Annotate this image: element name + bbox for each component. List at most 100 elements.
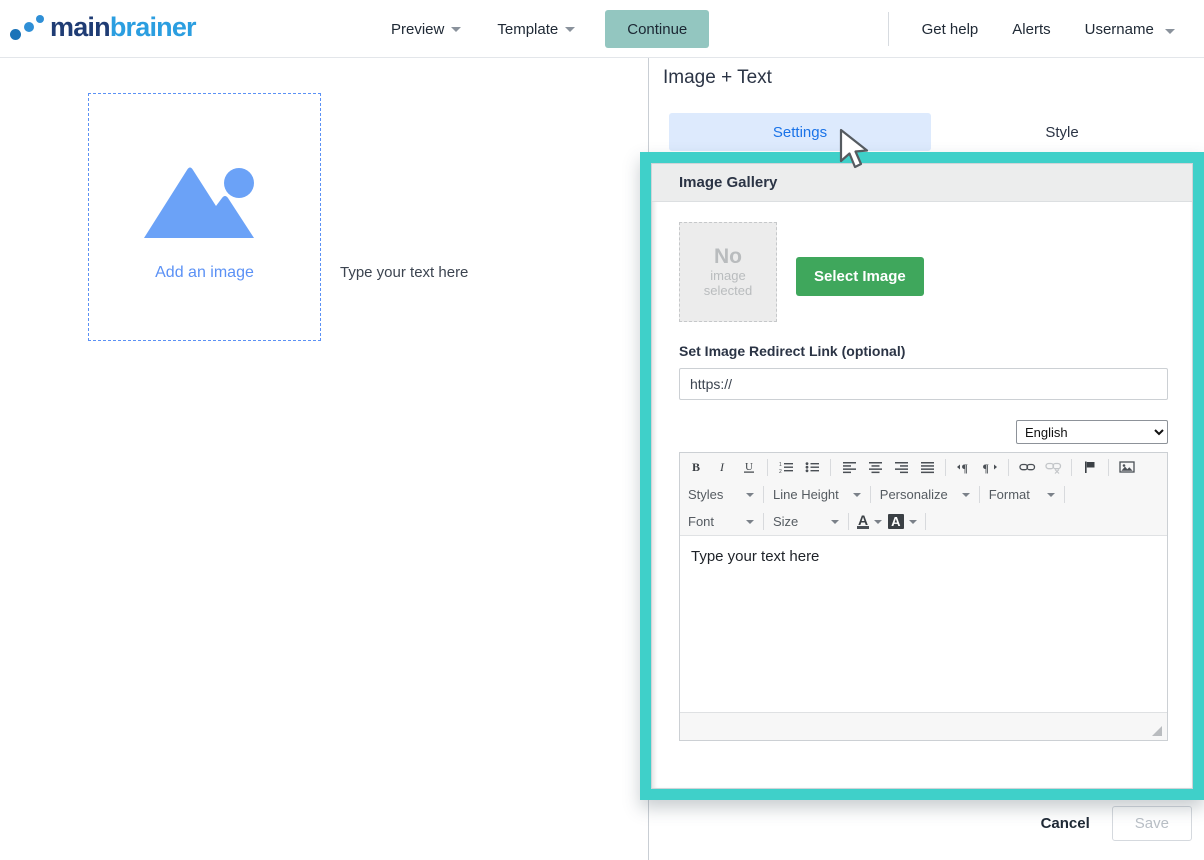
svg-text:B: B xyxy=(692,460,700,474)
nav-item-preview[interactable]: Preview xyxy=(373,0,479,58)
svg-text:I: I xyxy=(719,460,725,474)
bulleted-list-icon[interactable] xyxy=(801,456,823,478)
unlink-icon[interactable] xyxy=(1042,456,1064,478)
nav-item-get-help[interactable]: Get help xyxy=(905,21,996,38)
align-left-icon[interactable] xyxy=(838,456,860,478)
editor-status-bar xyxy=(680,712,1167,740)
no-image-line1: No xyxy=(714,245,742,269)
chevron-down-icon xyxy=(1047,493,1055,497)
toolbar-separator xyxy=(848,513,849,530)
svg-text:2: 2 xyxy=(779,469,782,474)
bold-icon[interactable]: B xyxy=(686,456,708,478)
text-direction-rtl-icon[interactable]: ¶ xyxy=(979,456,1001,478)
styles-dropdown-label: Styles xyxy=(688,487,723,502)
resize-grip-icon[interactable] xyxy=(1151,725,1163,737)
editor-toolbar: B I U 1 2 xyxy=(680,453,1167,536)
select-image-button[interactable]: Select Image xyxy=(796,257,924,296)
image-selection-row: No image selected Select Image xyxy=(679,222,1168,322)
nav-item-username[interactable]: Username xyxy=(1068,21,1192,38)
cancel-button[interactable]: Cancel xyxy=(1035,807,1096,840)
insert-image-icon[interactable] xyxy=(1116,456,1138,478)
nav-item-preview-label: Preview xyxy=(391,21,444,38)
editor-toolbar-row-3: Font Size A xyxy=(680,508,1167,535)
personalize-dropdown[interactable]: Personalize xyxy=(876,484,974,506)
continue-button[interactable]: Continue xyxy=(605,10,709,48)
toolbar-separator xyxy=(870,486,871,503)
align-right-icon[interactable] xyxy=(890,456,912,478)
format-dropdown[interactable]: Format xyxy=(985,484,1059,506)
toolbar-separator xyxy=(763,513,764,530)
toolbar-separator xyxy=(1064,486,1065,503)
line-height-dropdown[interactable]: Line Height xyxy=(769,484,865,506)
redirect-link-input[interactable] xyxy=(679,368,1168,400)
size-dropdown[interactable]: Size xyxy=(769,511,843,533)
nav-center-group: Preview Template Continue xyxy=(373,0,709,58)
toolbar-separator xyxy=(1108,459,1109,476)
tab-settings-label: Settings xyxy=(773,124,827,141)
align-justify-icon[interactable] xyxy=(916,456,938,478)
background-color-icon: A xyxy=(888,514,903,529)
tab-settings[interactable]: Settings xyxy=(669,113,931,151)
preview-body-text: Type your text here xyxy=(340,264,468,281)
tab-style[interactable]: Style xyxy=(931,113,1193,151)
font-dropdown[interactable]: Font xyxy=(684,511,758,533)
logo-text-brainer: brainer xyxy=(110,12,196,42)
brand-logo[interactable]: mainbrainer xyxy=(10,11,196,43)
text-direction-ltr-icon[interactable]: ¶ xyxy=(953,456,975,478)
panel-tabs: Settings Style xyxy=(669,113,1193,151)
chevron-down-icon xyxy=(1165,29,1175,34)
redirect-link-label: Set Image Redirect Link (optional) xyxy=(679,343,1168,359)
chevron-down-icon xyxy=(962,493,970,497)
no-image-line3: selected xyxy=(704,284,752,299)
image-gallery-header: Image Gallery xyxy=(652,164,1192,202)
add-image-dropzone[interactable]: Add an image xyxy=(88,93,321,341)
svg-text:U: U xyxy=(745,461,753,473)
nav-item-template[interactable]: Template xyxy=(479,0,593,58)
italic-icon[interactable]: I xyxy=(712,456,734,478)
nav-item-username-label: Username xyxy=(1085,21,1154,38)
email-preview-pane: Add an image Type your text here xyxy=(0,58,649,860)
rich-text-editor: B I U 1 2 xyxy=(679,452,1168,741)
top-navigation-bar: mainbrainer Preview Template Continue Ge… xyxy=(0,0,1204,58)
underline-icon[interactable]: U xyxy=(738,456,760,478)
language-select[interactable]: English xyxy=(1016,420,1168,444)
no-image-line2: image xyxy=(710,269,745,284)
language-row: English xyxy=(679,420,1168,444)
nav-item-alerts[interactable]: Alerts xyxy=(995,21,1067,38)
background-color-button[interactable]: A xyxy=(888,514,916,529)
styles-dropdown[interactable]: Styles xyxy=(684,484,758,506)
chevron-down-icon xyxy=(746,493,754,497)
tab-style-label: Style xyxy=(1045,124,1078,141)
toolbar-separator xyxy=(830,459,831,476)
chevron-down-icon xyxy=(831,520,839,524)
panel-footer-actions: Cancel Save xyxy=(1035,806,1192,841)
nav-item-template-label: Template xyxy=(497,21,558,38)
editor-toolbar-row-2: Styles Line Height Personalize xyxy=(680,481,1167,508)
align-center-icon[interactable] xyxy=(864,456,886,478)
nav-divider xyxy=(888,12,889,46)
nav-right-group: Get help Alerts Username xyxy=(888,0,1192,58)
anchor-flag-icon[interactable] xyxy=(1079,456,1101,478)
editor-toolbar-row-1: B I U 1 2 xyxy=(680,453,1167,481)
save-button[interactable]: Save xyxy=(1112,806,1192,841)
editor-content-area[interactable]: Type your text here xyxy=(680,536,1167,712)
toolbar-separator xyxy=(763,486,764,503)
line-height-dropdown-label: Line Height xyxy=(773,487,839,502)
logo-text-main: main xyxy=(50,12,110,42)
logo-dots-icon xyxy=(10,11,50,43)
link-icon[interactable] xyxy=(1016,456,1038,478)
text-color-icon: A xyxy=(857,514,869,529)
image-placeholder-icon xyxy=(140,152,270,242)
toolbar-separator xyxy=(925,513,926,530)
personalize-dropdown-label: Personalize xyxy=(880,487,948,502)
text-color-button[interactable]: A xyxy=(857,514,882,529)
image-gallery-body: No image selected Select Image Set Image… xyxy=(652,202,1192,741)
chevron-down-icon xyxy=(565,27,575,32)
svg-text:¶: ¶ xyxy=(962,461,968,474)
chevron-down-icon xyxy=(853,493,861,497)
no-image-selected-placeholder: No image selected xyxy=(679,222,777,322)
toolbar-separator xyxy=(767,459,768,476)
numbered-list-icon[interactable]: 1 2 xyxy=(775,456,797,478)
svg-text:¶: ¶ xyxy=(983,461,989,474)
chevron-down-icon xyxy=(746,520,754,524)
